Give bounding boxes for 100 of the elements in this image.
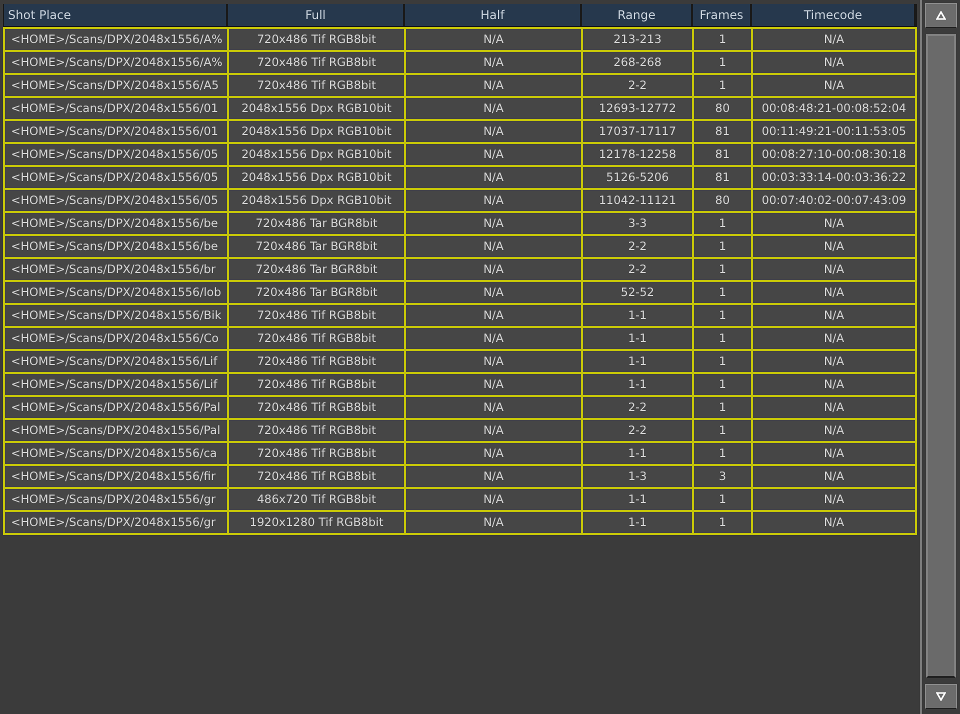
table-cell: <HOME>/Scans/DPX/2048x1556/Lif bbox=[5, 351, 227, 372]
table-cell: 1-1 bbox=[583, 374, 692, 395]
table-cell: N/A bbox=[406, 190, 581, 211]
table-cell: N/A bbox=[406, 236, 581, 257]
table-cell: 486x720 Tif RGB8bit bbox=[229, 489, 404, 510]
table-cell: 2-2 bbox=[583, 259, 692, 280]
table-cell: 2048x1556 Dpx RGB10bit bbox=[229, 98, 404, 119]
table-cell: 1-1 bbox=[583, 512, 692, 533]
table-cell: N/A bbox=[753, 305, 915, 326]
table-cell: N/A bbox=[753, 397, 915, 418]
table-cell: <HOME>/Scans/DPX/2048x1556/A% bbox=[5, 52, 227, 73]
table-cell: <HOME>/Scans/DPX/2048x1556/gr bbox=[5, 489, 227, 510]
table-cell: 720x486 Tif RGB8bit bbox=[229, 305, 404, 326]
table-cell: N/A bbox=[753, 282, 915, 303]
scroll-down-button[interactable] bbox=[925, 684, 957, 709]
table-cell: N/A bbox=[406, 351, 581, 372]
table-cell: <HOME>/Scans/DPX/2048x1556/01 bbox=[5, 98, 227, 119]
table-cell: <HOME>/Scans/DPX/2048x1556/05 bbox=[5, 167, 227, 188]
table-cell: 720x486 Tif RGB8bit bbox=[229, 29, 404, 50]
column-header[interactable]: Shot Place bbox=[4, 4, 226, 26]
table-cell: N/A bbox=[753, 236, 915, 257]
table-cell: N/A bbox=[406, 282, 581, 303]
scroll-up-icon bbox=[936, 11, 946, 20]
table-cell: N/A bbox=[753, 351, 915, 372]
table-cell: <HOME>/Scans/DPX/2048x1556/Co bbox=[5, 328, 227, 349]
table-cell: 00:11:49:21-00:11:53:05 bbox=[753, 121, 915, 142]
table-cell: 1 bbox=[694, 420, 751, 441]
table-cell: 1 bbox=[694, 512, 751, 533]
table-cell: <HOME>/Scans/DPX/2048x1556/Lif bbox=[5, 374, 227, 395]
table-cell: N/A bbox=[753, 29, 915, 50]
table-cell: N/A bbox=[406, 374, 581, 395]
table-cell: 720x486 Tif RGB8bit bbox=[229, 443, 404, 464]
table-cell: 00:08:48:21-00:08:52:04 bbox=[753, 98, 915, 119]
table-cell: 1 bbox=[694, 29, 751, 50]
table-cell: N/A bbox=[406, 305, 581, 326]
table-cell: N/A bbox=[406, 397, 581, 418]
table-cell: 268-268 bbox=[583, 52, 692, 73]
table-cell: N/A bbox=[406, 29, 581, 50]
table-cell: N/A bbox=[406, 75, 581, 96]
table-cell: <HOME>/Scans/DPX/2048x1556/A5 bbox=[5, 75, 227, 96]
table-cell: 720x486 Tif RGB8bit bbox=[229, 466, 404, 487]
table-cell: N/A bbox=[406, 489, 581, 510]
table-cell: 720x486 Tif RGB8bit bbox=[229, 351, 404, 372]
table-cell: N/A bbox=[753, 489, 915, 510]
table-cell: <HOME>/Scans/DPX/2048x1556/Pal bbox=[5, 420, 227, 441]
table-cell: 1 bbox=[694, 75, 751, 96]
table-cell: 12178-12258 bbox=[583, 144, 692, 165]
table-cell: <HOME>/Scans/DPX/2048x1556/lob bbox=[5, 282, 227, 303]
table-cell: 1-3 bbox=[583, 466, 692, 487]
table-cell: 720x486 Tif RGB8bit bbox=[229, 328, 404, 349]
table-cell: 1 bbox=[694, 52, 751, 73]
table-cell: 2-2 bbox=[583, 236, 692, 257]
table-cell: 1 bbox=[694, 397, 751, 418]
column-header[interactable]: Frames bbox=[693, 4, 750, 26]
column-header[interactable]: Range bbox=[582, 4, 691, 26]
table-cell: 3 bbox=[694, 466, 751, 487]
table-cell: 1 bbox=[694, 259, 751, 280]
scrollbar-thumb[interactable] bbox=[926, 34, 956, 678]
table-cell: 720x486 Tif RGB8bit bbox=[229, 75, 404, 96]
table-cell: 2-2 bbox=[583, 75, 692, 96]
table-cell: 80 bbox=[694, 98, 751, 119]
table-cell: N/A bbox=[753, 374, 915, 395]
table-cell: N/A bbox=[753, 512, 915, 533]
table-cell: 2048x1556 Dpx RGB10bit bbox=[229, 121, 404, 142]
table-cell: N/A bbox=[753, 466, 915, 487]
column-header[interactable]: Timecode bbox=[752, 4, 914, 26]
table-cell: N/A bbox=[406, 213, 581, 234]
table-cell: <HOME>/Scans/DPX/2048x1556/05 bbox=[5, 190, 227, 211]
table-cell: 720x486 Tif RGB8bit bbox=[229, 397, 404, 418]
table-cell: 213-213 bbox=[583, 29, 692, 50]
table-cell: N/A bbox=[406, 144, 581, 165]
table-cell: 1 bbox=[694, 443, 751, 464]
table-cell: 1-1 bbox=[583, 328, 692, 349]
table-cell: <HOME>/Scans/DPX/2048x1556/br bbox=[5, 259, 227, 280]
table-cell: N/A bbox=[406, 328, 581, 349]
table-cell: 2-2 bbox=[583, 397, 692, 418]
table-cell: 81 bbox=[694, 167, 751, 188]
column-header[interactable]: Half bbox=[405, 4, 580, 26]
table-cell: 00:08:27:10-00:08:30:18 bbox=[753, 144, 915, 165]
table-cell: 720x486 Tar BGR8bit bbox=[229, 259, 404, 280]
table-cell: <HOME>/Scans/DPX/2048x1556/A% bbox=[5, 29, 227, 50]
scroll-up-button[interactable] bbox=[925, 3, 957, 28]
table-cell: 5126-5206 bbox=[583, 167, 692, 188]
table-cell: 81 bbox=[694, 121, 751, 142]
table-cell: N/A bbox=[406, 98, 581, 119]
table-cell: 1 bbox=[694, 374, 751, 395]
table-cell: N/A bbox=[406, 121, 581, 142]
table-cell: N/A bbox=[753, 420, 915, 441]
table-cell: N/A bbox=[406, 259, 581, 280]
table-cell: 1-1 bbox=[583, 489, 692, 510]
table-cell: 1-1 bbox=[583, 351, 692, 372]
table-cell: 80 bbox=[694, 190, 751, 211]
table-cell: 00:07:40:02-00:07:43:09 bbox=[753, 190, 915, 211]
table-cell: 2048x1556 Dpx RGB10bit bbox=[229, 144, 404, 165]
table-cell: <HOME>/Scans/DPX/2048x1556/01 bbox=[5, 121, 227, 142]
table-cell: N/A bbox=[406, 52, 581, 73]
table-cell: 1 bbox=[694, 236, 751, 257]
column-header[interactable]: Full bbox=[228, 4, 403, 26]
table-cell: 720x486 Tar BGR8bit bbox=[229, 236, 404, 257]
table-cell: 720x486 Tif RGB8bit bbox=[229, 52, 404, 73]
